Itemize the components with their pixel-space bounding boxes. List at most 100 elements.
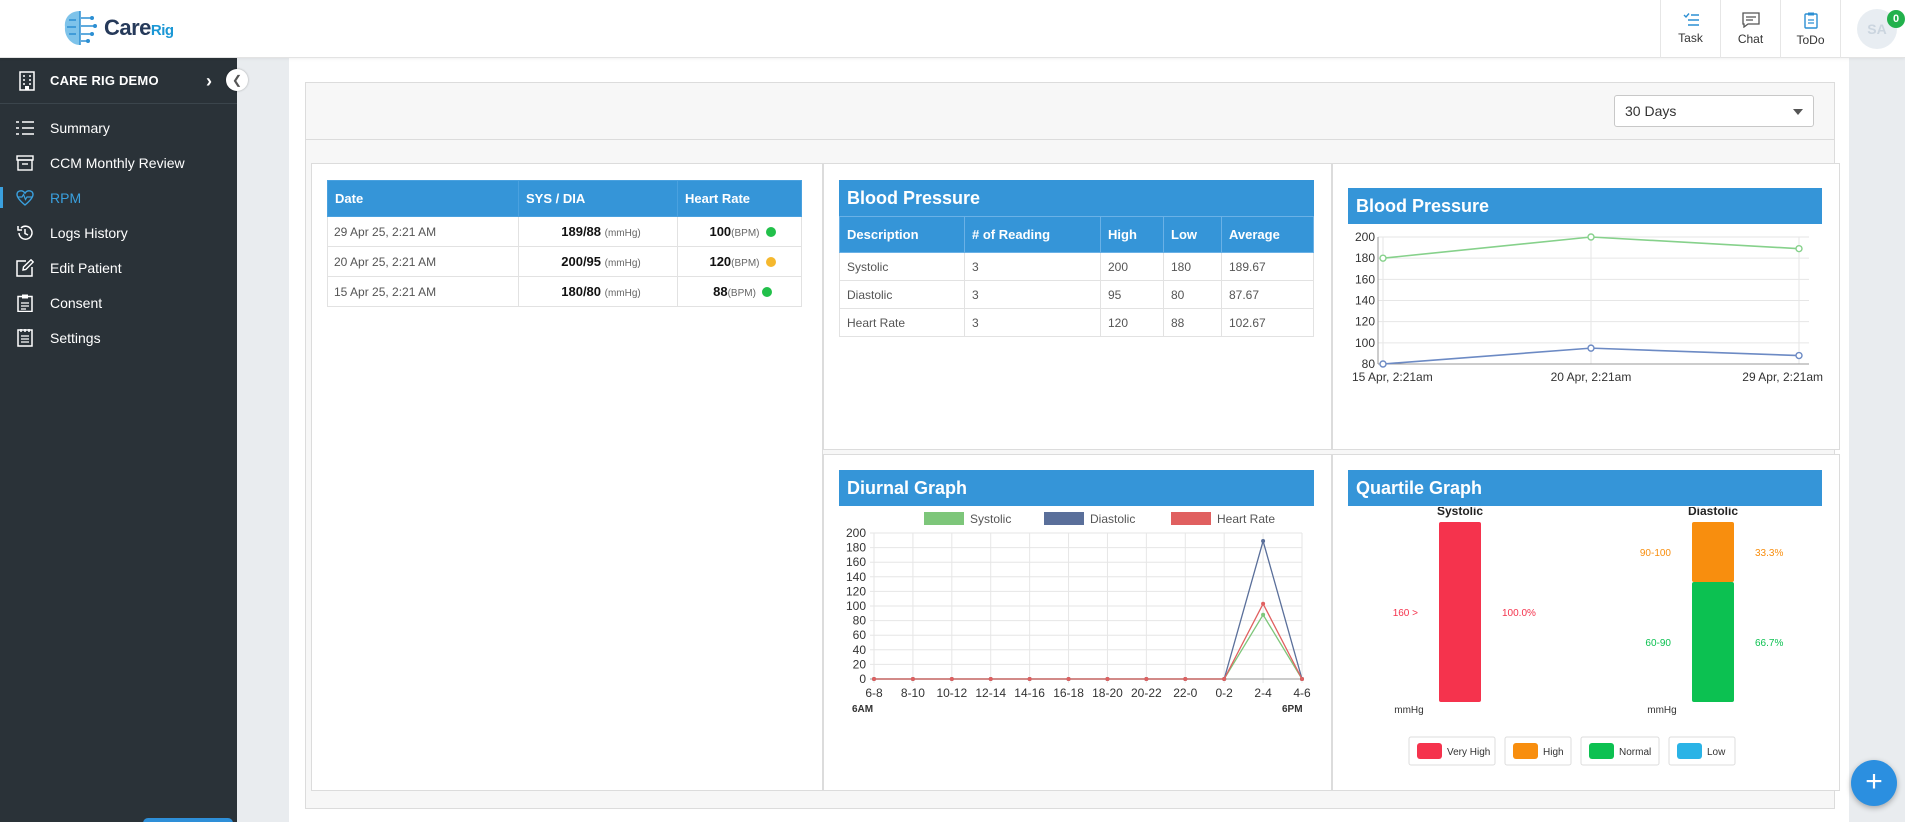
brain-logo-icon [64,11,97,45]
collapse-sidebar-button[interactable]: ❮ [226,69,248,91]
reading-hr: 88(BPM) [677,276,802,307]
series-2-point [988,677,993,681]
series-2-line [874,602,1303,680]
legend-label: Diastolic [1090,512,1135,526]
sidebar-item-logs-history[interactable]: Logs History [0,215,237,250]
y-tick-label: 40 [853,643,867,657]
sidebar-item-ccm-monthly-review[interactable]: CCM Monthly Review [0,145,237,180]
series-2-point [910,677,915,681]
legend-label: Systolic [970,512,1011,526]
table-cell: 3 [964,252,1101,281]
sidebar-item-label: Edit Patient [50,259,122,276]
add-button[interactable]: + [1851,760,1897,806]
sidebar-item-summary[interactable]: Summary [0,110,237,145]
y-tick-label: 160 [846,555,866,569]
y-tick-label: 200 [846,526,866,540]
quartile-percent-label: 66.7% [1755,638,1783,649]
col-heart-rate[interactable]: Heart Rate [677,180,802,217]
table-cell: Systolic [839,252,965,281]
table-cell: 200 [1100,252,1164,281]
col-num-readings: # of Reading [964,216,1101,253]
hr-unit: (BPM) [727,288,756,299]
sidebar-item-edit-patient[interactable]: Edit Patient [0,250,237,285]
series-2-point [1261,601,1266,606]
sidebar-item-label: CCM Monthly Review [50,154,185,171]
bp-unit: (mmHg) [604,288,641,299]
col-average: Average [1221,216,1314,253]
bp-summary-title: Blood Pressure [839,180,1314,216]
reading-bp: 189/88 (mmHg) [518,216,678,247]
legend-swatch [1171,512,1211,525]
series-0-point [1379,254,1387,262]
clipboard-icon [1803,12,1818,29]
chevron-right-icon[interactable]: › [206,71,212,92]
x-tick-label: 2-4 [1254,686,1272,700]
archive-icon [16,154,34,171]
todo-button[interactable]: ToDo [1780,0,1840,58]
x-tick-label: 29 Apr, 2:21am [1742,370,1823,384]
col-date[interactable]: Date [327,180,519,217]
x-tick-label: 20-22 [1131,686,1162,700]
bp-unit: (mmHg) [604,228,641,239]
building-icon [19,70,35,91]
table-cell: 180 [1163,252,1222,281]
series-2-point [949,677,954,681]
hr-value: 100 [709,224,732,239]
table-row[interactable]: 20 Apr 25, 2:21 AM 200/95 (mmHg) 120(BPM… [327,246,802,277]
x-tick-label: 10-12 [936,686,967,700]
col-high: High [1100,216,1164,253]
user-menu[interactable]: SA 0 [1840,0,1905,58]
y-tick-label: 100 [1355,336,1375,350]
bp-value: 200/95 [561,254,602,269]
quartile-range-label: 60-90 [1645,638,1671,649]
consent-clipboard-icon [16,294,34,312]
sidebar-item-label: RPM [50,189,82,206]
legend-swatch [1417,743,1442,759]
series-2-point [1066,677,1071,681]
sidebar-item-label: Summary [50,119,110,136]
sidebar-item-label: Logs History [50,224,128,241]
legend-swatch [1044,512,1084,525]
x-tick-label: 6-8 [865,686,883,700]
series-1-point [1587,344,1595,352]
status-dot [765,257,776,267]
y-tick-label: 80 [853,614,867,628]
main-area: 30 Days Date SYS / DIA Heart Rate 29 Apr… [237,58,1905,822]
y-tick-label: 180 [846,541,866,555]
task-button[interactable]: Task [1660,0,1720,58]
date-range-select[interactable]: 30 Days [1614,95,1814,127]
table-row[interactable]: 29 Apr 25, 2:21 AM 189/88 (mmHg) 100(BPM… [327,216,802,247]
quartile-range-label: 90-100 [1640,548,1672,559]
top-header: CareRig Task Chat ToDo SA 0 [0,0,1905,58]
sidebar-footer-button[interactable] [143,818,233,822]
diurnal-title: Diurnal Graph [839,470,1314,506]
series-2-point [1300,677,1304,681]
table-cell: 120 [1100,308,1164,337]
sidebar-item-rpm[interactable]: RPM [0,180,237,215]
legend-label: Low [1707,747,1726,758]
chat-button[interactable]: Chat [1720,0,1780,58]
bp-chart-panel: Blood Pressure 80 100 120 140 160 180 200 15 Ap… [1332,163,1840,450]
table-cell: 3 [964,280,1101,309]
series-1-point [1379,360,1387,368]
quartile-unit-label: mmHg [1647,705,1676,716]
reading-bp: 200/95 (mmHg) [518,246,678,277]
bp-chart-title: Blood Pressure [1348,188,1822,224]
col-sys-dia[interactable]: SYS / DIA [518,180,678,217]
sidebar-item-settings[interactable]: Settings [0,320,237,355]
status-dot [761,287,772,297]
quartile-range-label: 160 > [1393,608,1418,619]
app-logo[interactable]: CareRig [60,8,174,48]
chevron-down-icon [1793,109,1803,115]
table-row: Systolic 3 200 180 189.67 [839,252,1314,281]
table-row[interactable]: 15 Apr 25, 2:21 AM 180/80 (mmHg) 88(BPM) [327,276,802,307]
col-low: Low [1163,216,1222,253]
quartile-percent-label: 100.0% [1502,608,1536,619]
card-header: 30 Days [306,83,1834,140]
org-switcher[interactable]: CARE RIG DEMO › [0,58,237,104]
sidebar-item-consent[interactable]: Consent [0,285,237,320]
series-0-point [1587,233,1595,241]
table-row: Diastolic 3 95 80 87.67 [839,280,1314,309]
x-tick-label: 18-20 [1092,686,1123,700]
x-tick-label: 12-14 [975,686,1006,700]
